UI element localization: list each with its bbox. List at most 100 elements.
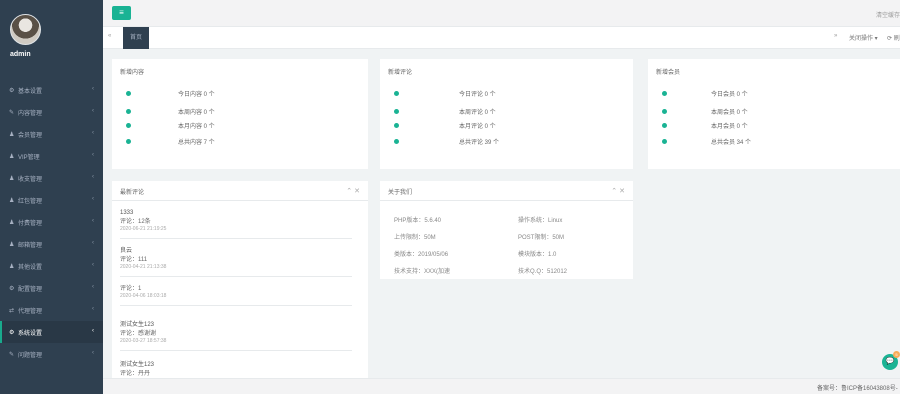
comment-time: 2020-06-21 21:19:25 [120,226,167,232]
comment-author: 1333 [120,210,134,216]
chevron-left-icon: ‹ [92,152,94,158]
sidebar-item-basic-settings[interactable]: ⚙ 基本设置 ‹ [0,79,103,101]
panel-title: 新增评论 [388,70,413,76]
chevron-left-icon: ‹ [92,174,94,180]
tab-scroll-right-icon[interactable]: » [834,33,837,39]
dot-icon [662,123,667,128]
sidebar-item-members[interactable]: ♟ 会员管理 ‹ [0,123,103,145]
user-icon: ♟ [9,153,15,160]
sidebar-item-other-settings[interactable]: ♟ 其他设置 ‹ [0,255,103,277]
sidebar-item-label: 代理管理 [18,308,43,315]
tab-home[interactable]: 首页 [123,27,150,49]
tab-scroll-left-icon[interactable]: « [108,33,111,39]
collapse-icon[interactable]: ⌃ [346,188,352,195]
chevron-left-icon: ‹ [92,218,94,224]
sidebar-item-label: 系统设置 [18,330,43,337]
dot-icon [126,109,131,114]
stat-text: 本月内容 0 个 [178,124,215,130]
panel-header: 关于我们 ⌃ ✕ [380,181,633,201]
stat-text: 本周内容 0 个 [178,110,215,116]
sidebar-item-label: 付费管理 [18,220,43,227]
sidebar-item-mail[interactable]: ♟ 邮箱管理 ‹ [0,233,103,255]
stat-row: 总共评论 39 个 [394,137,634,147]
stat-text: 总共会员 34 个 [711,140,752,146]
stat-row: 今日会员 0 个 [662,89,900,99]
user-icon: ♟ [9,175,15,182]
chevron-left-icon: ‹ [92,262,94,268]
close-icon[interactable]: ✕ [354,188,360,195]
sidebar-item-label: 问题管理 [18,352,43,359]
sidebar-item-content[interactable]: ✎ 内容管理 ‹ [0,101,103,123]
gear-icon: ⚙ [9,87,15,94]
info-upload-limit: 上传限制：50M [394,235,436,241]
comment-item: 评论：1 2020-04-06 18:03:18 [120,285,352,306]
users-icon: ♟ [9,131,15,138]
close-icon[interactable]: ✕ [619,188,625,195]
panel-header: 最新评论 ⌃ ✕ [112,181,368,201]
sidebar-item-label: 其他设置 [18,264,43,271]
dot-icon [394,91,399,96]
stat-row: 本月内容 0 个 [126,121,366,131]
sidebar-item-label: 配置管理 [18,286,43,293]
edit-icon: ✎ [9,109,15,116]
bars-icon: ≡ [119,8,124,17]
user-icon: ♟ [9,219,15,226]
new-content-panel: 新增内容 今日内容 0 个 本周内容 0 个 本月内容 0 个 总共内容 7 个 [112,59,368,169]
stat-row: 本周内容 0 个 [126,107,366,117]
comment-item: 1333 评论：12条 2020-06-21 21:19:25 [120,209,352,239]
info-os: 操作系统：Linux [518,218,563,224]
comment-author: 良云 [120,248,133,254]
sidebar-item-label: 基本设置 [18,88,43,95]
dot-icon [394,109,399,114]
comment-text: 评论：1 [120,286,142,292]
stat-text: 总共评论 39 个 [459,140,500,146]
chevron-left-icon: ‹ [92,196,94,202]
user-icon: ♟ [9,197,15,204]
username[interactable]: admin [10,51,31,58]
comment-author: 测试女生123 [120,322,155,328]
dot-icon [662,109,667,114]
cogs-icon: ⚙ [9,329,15,336]
recent-comments-panel: 最新评论 ⌃ ✕ 1333 评论：12条 2020-06-21 21:19:25… [112,181,368,378]
info-post-limit: POST限制：50M [518,235,565,241]
sidebar-item-questions[interactable]: ✎ 问题管理 ‹ [0,343,103,365]
icp-record[interactable]: 备案号：鲁ICP备16043808号- [817,383,898,392]
stat-row: 本月会员 0 个 [662,121,900,131]
sidebar-item-vip[interactable]: ♟ VIP管理 ‹ [0,145,103,167]
sidebar-item-system-settings[interactable]: ⚙ 系统设置 ‹ [0,321,103,343]
panel-tools: ⌃ ✕ [611,187,625,195]
stat-text: 本月评论 0 个 [459,124,496,130]
info-qq: 技术Q.Q：512012 [518,269,568,275]
stat-row: 本周会员 0 个 [662,107,900,117]
stat-row: 今日内容 0 个 [126,89,366,99]
sidebar-item-finance[interactable]: ♟ 收支管理 ‹ [0,167,103,189]
sidebar: admin ⚙ 基本设置 ‹ ✎ 内容管理 ‹ ♟ 会员管理 ‹ ♟ VIP管理 ‹ ♟ 收支管理… [0,0,103,394]
sidebar-item-agent[interactable]: ⇄ 代理管理 ‹ [0,299,103,321]
avatar[interactable] [10,14,41,45]
stat-row: 总共内容 7 个 [126,137,366,147]
menu-toggle-button[interactable]: ≡ [112,6,131,20]
sidebar-item-label: 收支管理 [18,176,43,183]
gear-icon: ⚙ [9,285,15,292]
exchange-icon: ⇄ [9,307,15,314]
close-operations-dropdown[interactable]: 关闭操作 ▾ [849,33,878,42]
comment-text: 评论：12条 [120,219,151,225]
dot-icon [662,91,667,96]
user-icon: ♟ [9,263,15,270]
sidebar-item-config[interactable]: ⚙ 配置管理 ‹ [0,277,103,299]
new-members-panel: 新增会员 今日会员 0 个 本周会员 0 个 本月会员 0 个 总共会员 34 … [648,59,900,169]
stat-row: 总共会员 34 个 [662,137,900,147]
edit-icon: ✎ [9,351,15,358]
stat-text: 今日评论 0 个 [459,92,496,98]
sidebar-item-paid[interactable]: ♟ 付费管理 ‹ [0,211,103,233]
sidebar-item-red-packet[interactable]: ♟ 红包管理 ‹ [0,189,103,211]
refresh-button[interactable]: ⟳ 刷 [887,33,900,42]
system-info-panel: 关于我们 ⌃ ✕ PHP版本：5.6.40 操作系统：Linux 上传限制：50… [380,181,633,279]
dot-icon [394,139,399,144]
collapse-icon[interactable]: ⌃ [611,188,617,195]
sidebar-item-label: 邮箱管理 [18,242,43,249]
chevron-left-icon: ‹ [92,350,94,356]
comment-item: 测试女生123 评论：感谢谢 2020-03-27 18:57:38 [120,321,352,351]
stat-text: 本周会员 0 个 [711,110,748,116]
clear-cache-link[interactable]: 清空缓存 [876,10,900,19]
